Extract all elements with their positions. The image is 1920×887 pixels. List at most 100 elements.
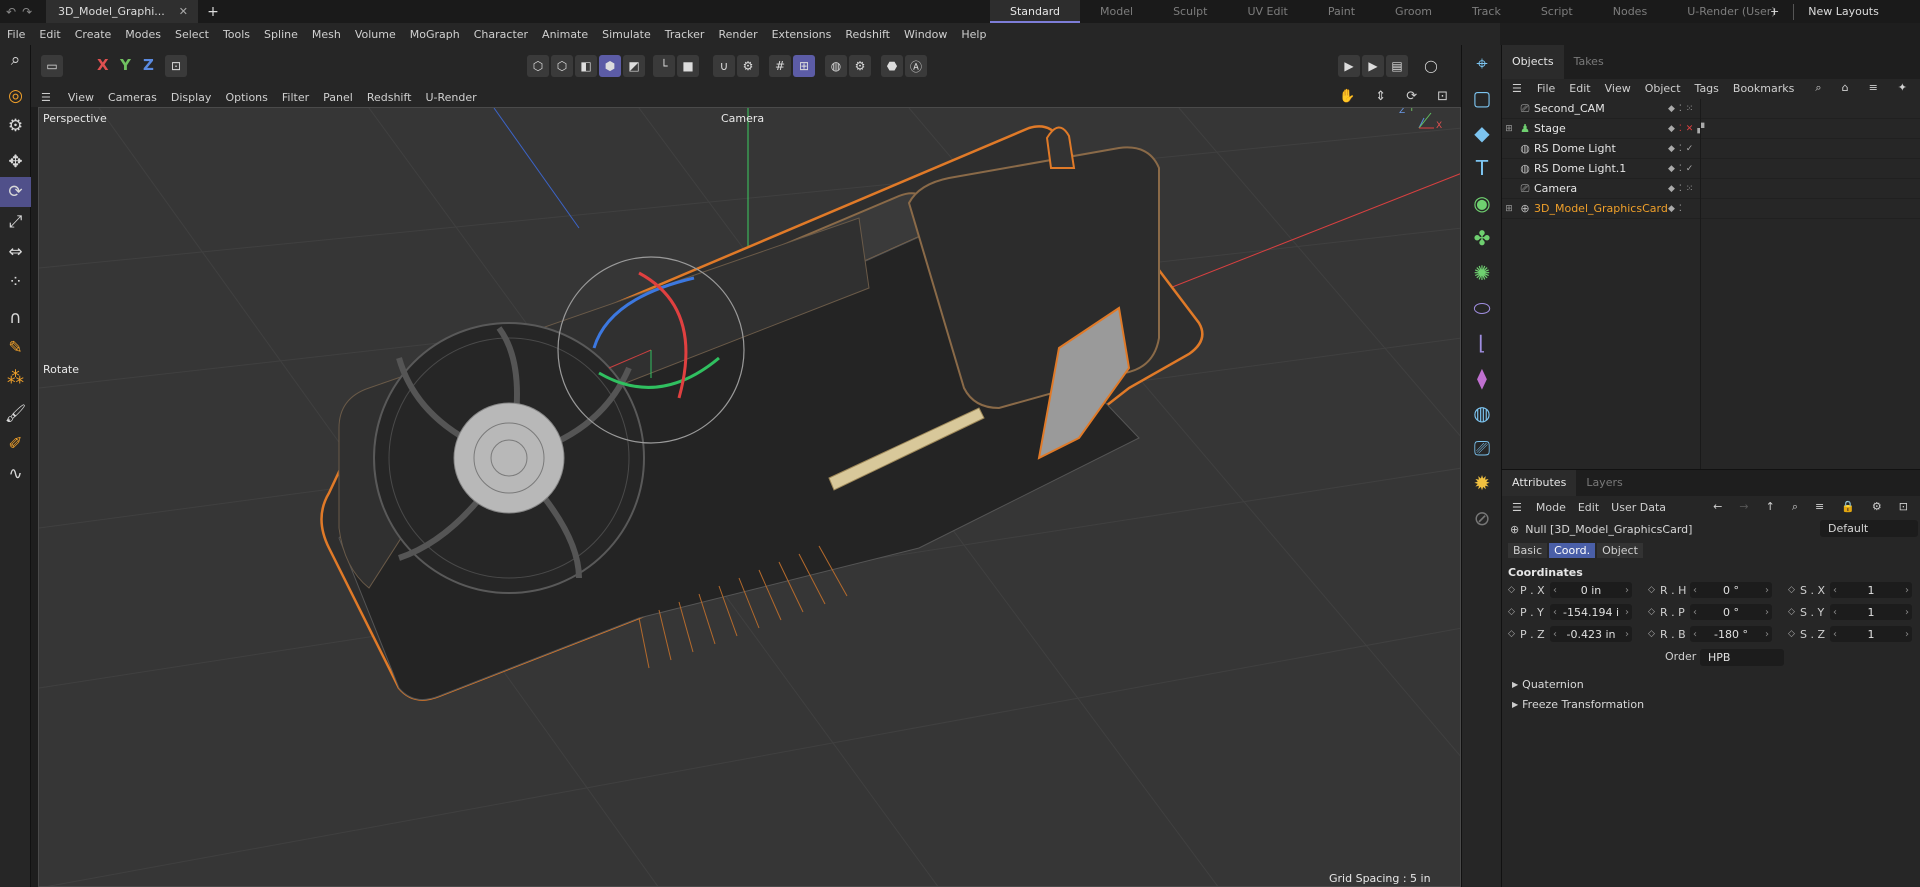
rotate-tool-icon[interactable]: ⟳ xyxy=(0,177,31,207)
vp-menu-options[interactable]: Options xyxy=(218,91,274,104)
pin-icon[interactable]: ✦ xyxy=(1891,81,1914,95)
hamburger-menu-icon[interactable]: ☰ xyxy=(1502,501,1530,514)
menu-animate[interactable]: Animate xyxy=(535,28,595,41)
mesh-tool-icon[interactable]: ⁂ xyxy=(0,363,31,393)
coordinate-system-icon[interactable]: ⊡ xyxy=(165,55,187,77)
rotation-b-field[interactable]: ‹ -180 ° › xyxy=(1690,626,1772,642)
search-icon[interactable]: ⌕ xyxy=(1808,81,1828,95)
vp-menu-filter[interactable]: Filter xyxy=(275,91,316,104)
list-item[interactable]: ⊞ ♟ Stage ◆⁚✕▞ xyxy=(1502,119,1920,139)
add-layout-icon[interactable]: + xyxy=(1770,5,1779,18)
vp-menu-cameras[interactable]: Cameras xyxy=(101,91,164,104)
tab-layers[interactable]: Layers xyxy=(1576,470,1632,496)
uv-mode-icon[interactable]: ◩ xyxy=(623,55,645,77)
menu-volume[interactable]: Volume xyxy=(348,28,403,41)
menu-redshift[interactable]: Redshift xyxy=(838,28,897,41)
list-item[interactable]: ⎚ Second_CAM ◆ ⁚ ⁙ xyxy=(1502,99,1920,119)
menu-help[interactable]: Help xyxy=(954,28,993,41)
search-icon[interactable]: ⌕ xyxy=(0,45,31,75)
axis-mode-icon[interactable]: └ xyxy=(653,55,675,77)
transform-tool-icon[interactable]: ⇔ xyxy=(0,237,31,267)
layout-tab-groom[interactable]: Groom xyxy=(1375,0,1452,23)
lock-y-axis-button[interactable]: Y xyxy=(120,56,131,74)
layout-tab-standard[interactable]: Standard xyxy=(990,0,1081,23)
camera-icon[interactable]: ⌖ xyxy=(1462,45,1502,80)
position-x-field[interactable]: ‹ 0 in › xyxy=(1550,582,1632,598)
vp-menu-panel[interactable]: Panel xyxy=(316,91,360,104)
tab-attributes[interactable]: Attributes xyxy=(1502,470,1577,496)
vp-menu-view[interactable]: View xyxy=(61,91,101,104)
obj-menu-bookmarks[interactable]: Bookmarks xyxy=(1726,82,1801,95)
preset-dropdown[interactable]: Default xyxy=(1820,520,1918,537)
freeze-transformation-group[interactable]: ▶ Freeze Transformation xyxy=(1502,694,1920,714)
sketch-tool-icon[interactable]: ∿ xyxy=(0,459,31,489)
new-layouts-button[interactable]: New Layouts xyxy=(1808,5,1879,18)
attr-menu-mode[interactable]: Mode xyxy=(1530,501,1572,514)
home-icon[interactable]: ⌂ xyxy=(1835,81,1856,95)
environment-icon[interactable]: ◍ xyxy=(1462,395,1502,430)
subtab-object[interactable]: Object xyxy=(1597,542,1643,558)
layout-tab-track[interactable]: Track xyxy=(1452,0,1521,23)
obj-menu-tags[interactable]: Tags xyxy=(1688,82,1726,95)
layout-tab-model[interactable]: Model xyxy=(1080,0,1153,23)
keyframe-icon[interactable]: ◇ xyxy=(1788,585,1800,595)
python-icon[interactable]: ⊘ xyxy=(1462,500,1502,535)
document-tab[interactable]: 3D_Model_Graphi... ✕ xyxy=(46,0,199,23)
lock-z-axis-button[interactable]: Z xyxy=(143,56,154,74)
move-tool-icon[interactable]: ✥ xyxy=(0,147,31,177)
redshift-material-icon[interactable]: ⬣ xyxy=(881,55,903,77)
order-dropdown[interactable]: HPB xyxy=(1700,649,1784,666)
3d-viewport[interactable]: Perspective Camera Rotate Z Y X Grid Spa… xyxy=(38,107,1461,887)
keyframe-icon[interactable]: ◇ xyxy=(1508,607,1520,617)
tool-settings-icon[interactable]: ⚙ xyxy=(0,111,31,141)
keyframe-icon[interactable]: ◇ xyxy=(1508,629,1520,639)
text-icon[interactable]: T xyxy=(1462,150,1502,185)
grid-snap-icon[interactable]: # xyxy=(769,55,791,77)
attr-menu-user-data[interactable]: User Data xyxy=(1605,501,1672,514)
orbit-icon[interactable]: ⟳ xyxy=(1399,89,1424,104)
menu-select[interactable]: Select xyxy=(168,28,216,41)
menu-mograph[interactable]: MoGraph xyxy=(403,28,467,41)
position-y-field[interactable]: ‹ -154.194 i › xyxy=(1550,604,1632,620)
render-region-icon[interactable]: ◍ xyxy=(825,55,847,77)
brush-tool-icon[interactable]: 🖌 xyxy=(0,399,31,429)
bend-icon[interactable]: ⌊ xyxy=(1462,325,1502,360)
live-selection-icon[interactable]: ◎ xyxy=(0,81,31,111)
lock-x-axis-button[interactable]: X xyxy=(97,56,109,74)
rotation-h-field[interactable]: ‹ 0 ° › xyxy=(1690,582,1772,598)
layout-tab-uv-edit[interactable]: UV Edit xyxy=(1227,0,1307,23)
attr-menu-edit[interactable]: Edit xyxy=(1572,501,1605,514)
axis-tool-icon[interactable]: ⁘ xyxy=(0,267,31,297)
list-item[interactable]: ◍ RS Dome Light.1 ◆ ⁚ ✓ xyxy=(1502,159,1920,179)
graphics-card-model[interactable] xyxy=(320,125,1204,701)
menu-extensions[interactable]: Extensions xyxy=(765,28,839,41)
tab-objects[interactable]: Objects xyxy=(1502,45,1564,79)
keyframe-icon[interactable]: ◇ xyxy=(1788,607,1800,617)
redo-icon[interactable]: ↷ xyxy=(22,5,32,19)
scale-tool-icon[interactable]: ⤢ xyxy=(0,207,31,237)
menu-simulate[interactable]: Simulate xyxy=(595,28,658,41)
obj-menu-view[interactable]: View xyxy=(1598,82,1638,95)
keyframe-icon[interactable]: ◇ xyxy=(1788,629,1800,639)
keyframe-icon[interactable]: ◇ xyxy=(1648,585,1660,595)
menu-tracker[interactable]: Tracker xyxy=(658,28,712,41)
quaternion-group[interactable]: ▶ Quaternion xyxy=(1502,674,1920,694)
field-icon[interactable]: ⧫ xyxy=(1462,360,1502,395)
solo-mode-icon[interactable]: ■ xyxy=(677,55,699,77)
rotation-p-field[interactable]: ‹ 0 ° › xyxy=(1690,604,1772,620)
vp-menu-redshift[interactable]: Redshift xyxy=(360,91,419,104)
viewport-settings-icon[interactable]: ⚙ xyxy=(849,55,871,77)
render-picture-viewer-icon[interactable]: ▶ xyxy=(1362,55,1384,77)
menu-tools[interactable]: Tools xyxy=(216,28,257,41)
redshift-ipr-icon[interactable]: Ⓐ xyxy=(905,55,927,77)
knife-tool-icon[interactable]: ✐ xyxy=(0,429,31,459)
expand-icon[interactable]: ⊞ xyxy=(1502,204,1516,214)
expand-icon[interactable]: ⊞ xyxy=(1502,124,1516,134)
subdivision-icon[interactable]: ◉ xyxy=(1462,185,1502,220)
position-z-field[interactable]: ‹ -0.423 in › xyxy=(1550,626,1632,642)
cloner-icon[interactable]: ✤ xyxy=(1462,220,1502,255)
settings-icon[interactable]: ⚙ xyxy=(1866,500,1888,514)
scale-y-field[interactable]: ‹ 1 › xyxy=(1830,604,1912,620)
new-tab-button[interactable]: + xyxy=(198,4,228,20)
menu-character[interactable]: Character xyxy=(467,28,535,41)
